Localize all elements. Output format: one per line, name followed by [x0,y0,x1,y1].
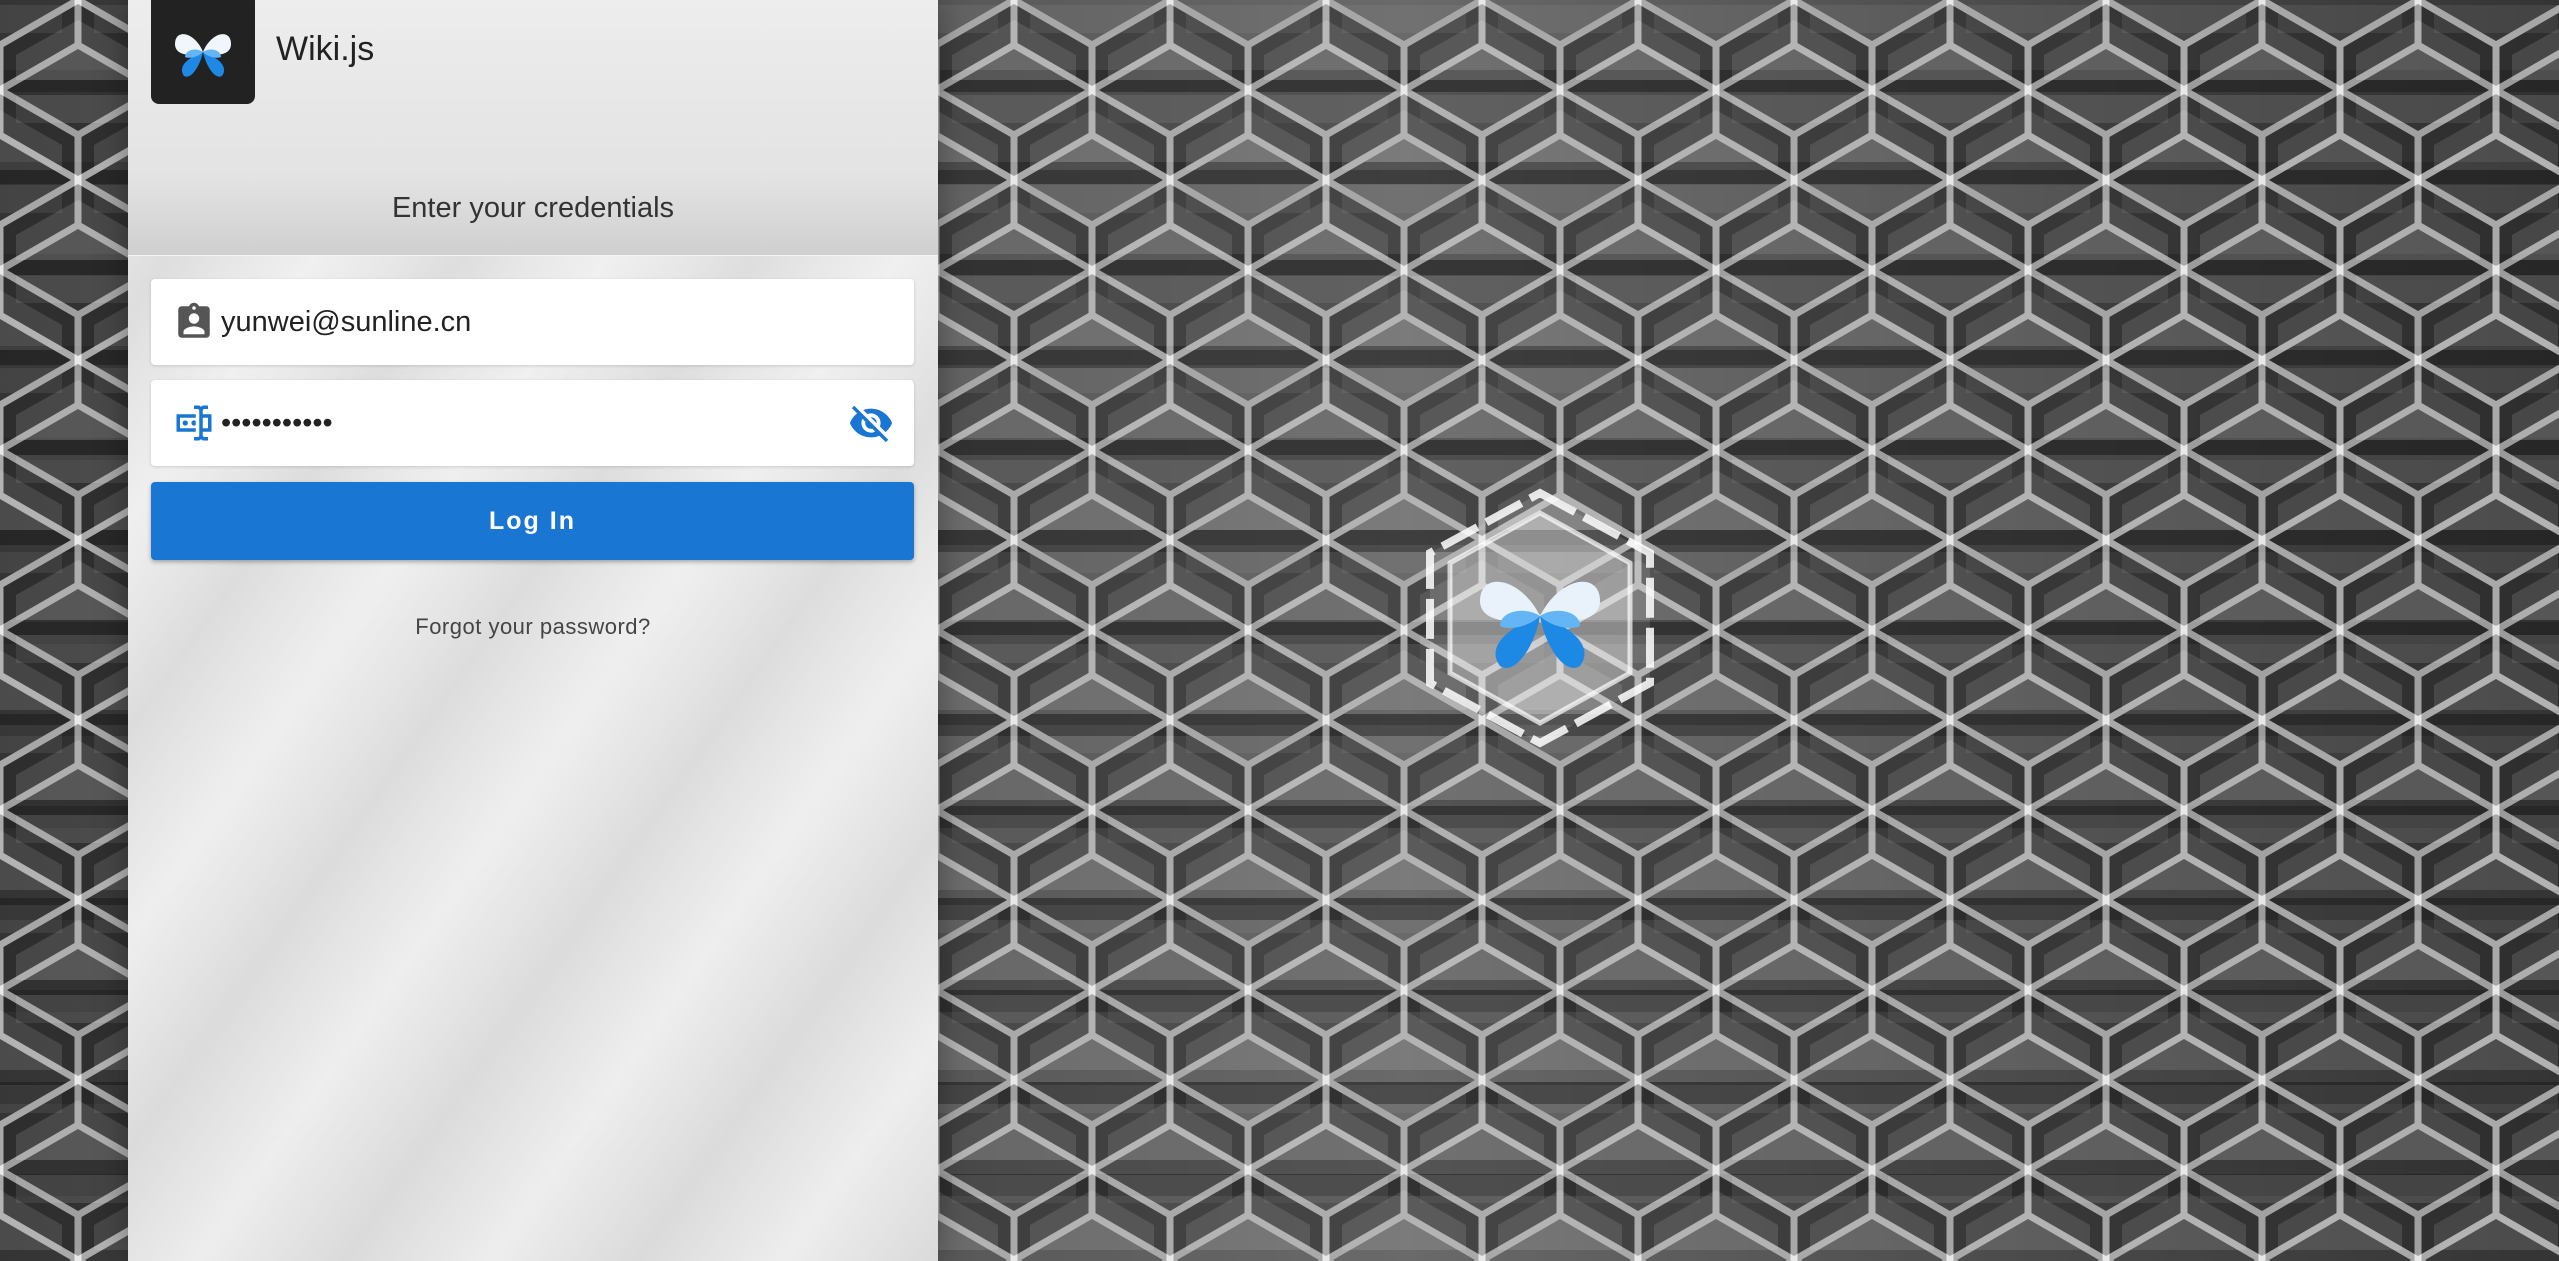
password-field[interactable] [151,380,914,466]
email-input[interactable] [221,297,821,347]
butterfly-logo-icon [151,0,255,104]
password-input[interactable] [221,398,821,448]
login-panel: Wiki.js Enter your credentials Log In Fo… [128,0,938,1261]
login-button[interactable]: Log In [151,482,914,560]
wiki-emblem-hexagon [1425,488,1655,748]
eye-off-icon[interactable] [848,400,894,446]
password-field-icon [176,405,212,441]
account-box-icon [178,302,210,338]
login-header: Wiki.js Enter your credentials [128,0,938,256]
email-field[interactable] [151,279,914,365]
brand-title: Wiki.js [276,30,375,68]
login-subtitle: Enter your credentials [391,192,675,224]
forgot-password-link[interactable]: Forgot your password? [128,614,938,640]
